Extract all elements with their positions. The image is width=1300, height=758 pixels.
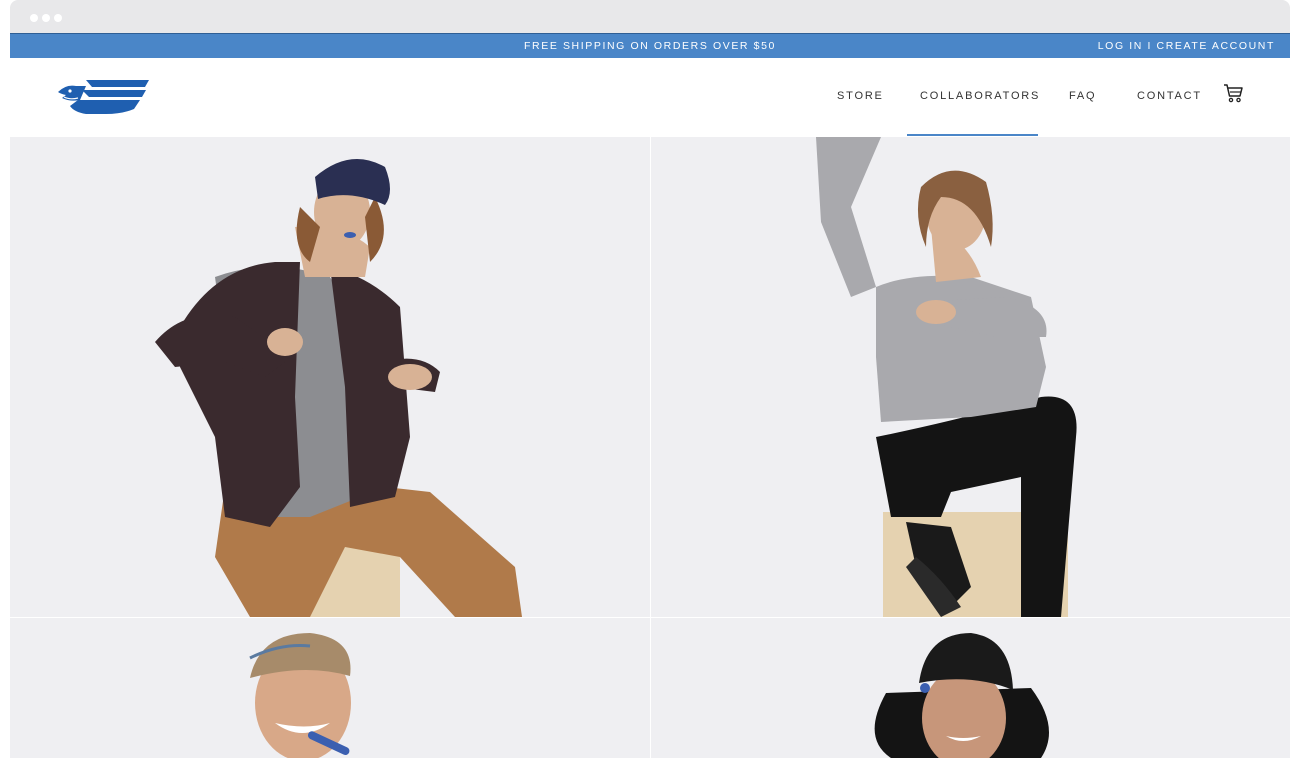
collaborator-photo-man-beanie[interactable] xyxy=(651,618,1290,758)
account-links: LOG IN I CREATE ACCOUNT xyxy=(1098,40,1275,52)
main-nav: STORE COLLABORATORS FAQ CONTACT xyxy=(10,58,1290,137)
nav-item-store[interactable]: STORE xyxy=(837,90,884,102)
site-header: STORE COLLABORATORS FAQ CONTACT xyxy=(10,58,1290,137)
account-separator: I xyxy=(1147,40,1152,52)
collaborator-photo-man-blazer[interactable] xyxy=(10,137,650,617)
photo-image xyxy=(10,137,650,617)
create-account-link[interactable]: CREATE ACCOUNT xyxy=(1157,40,1275,52)
photo-image xyxy=(651,137,1290,617)
nav-item-collaborators[interactable]: COLLABORATORS xyxy=(920,90,1040,102)
nav-item-contact[interactable]: CONTACT xyxy=(1137,90,1202,102)
collaborators-grid xyxy=(10,137,1290,758)
window-dot[interactable] xyxy=(30,14,38,22)
photo-image xyxy=(651,618,1290,758)
window-dot[interactable] xyxy=(54,14,62,22)
browser-chrome xyxy=(10,0,1290,33)
collaborator-photo-man-cap[interactable] xyxy=(10,618,650,758)
shopping-cart-icon[interactable] xyxy=(1222,82,1244,104)
collaborator-photo-woman-grey-top[interactable] xyxy=(651,137,1290,617)
login-link[interactable]: LOG IN xyxy=(1098,40,1143,52)
photo-image xyxy=(10,618,650,758)
window-controls xyxy=(30,14,62,22)
active-nav-indicator xyxy=(907,134,1038,136)
nav-item-faq[interactable]: FAQ xyxy=(1069,90,1096,102)
window-dot[interactable] xyxy=(42,14,50,22)
promo-bar: FREE SHIPPING ON ORDERS OVER $50 LOG IN … xyxy=(10,33,1290,58)
